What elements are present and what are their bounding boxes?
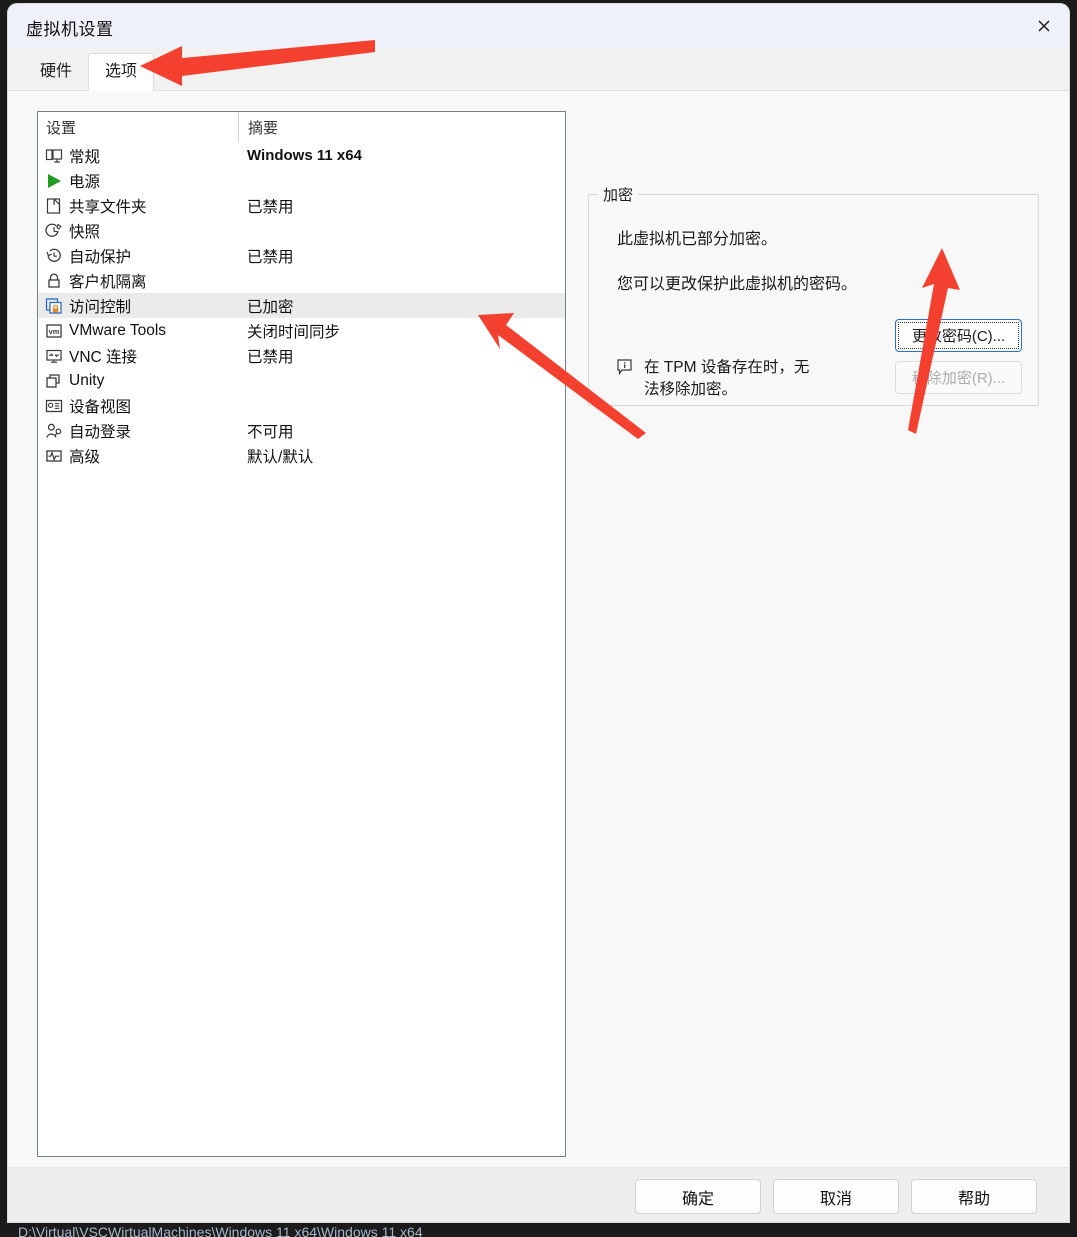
change-password-button[interactable]: 更改密码(C)...: [895, 319, 1022, 352]
dialog-body: 设置 摘要 常规 Windows 11 x64 电源 共享文件夹 已禁用 快照 自动: [8, 91, 1069, 1168]
encryption-hint-text: 您可以更改保护此虚拟机的密码。: [617, 276, 858, 293]
settings-row-label-cell: 自动登录: [38, 420, 238, 442]
encryption-status-text: 此虚拟机已部分加密。: [617, 231, 778, 248]
settings-row-label: 访问控制: [69, 298, 132, 316]
settings-row-summary: 已禁用: [247, 348, 294, 366]
settings-row-6[interactable]: 客户机隔离: [38, 268, 565, 293]
encryption-group: 加密 此虚拟机已部分加密。 您可以更改保护此虚拟机的密码。 在 TPM 设备存在…: [588, 184, 1039, 406]
tpm-note-line1: 在 TPM 设备存在时，无: [644, 359, 810, 376]
vm-settings-dialog: 虚拟机设置 硬件 选项 设置 摘要 常规 Windows 11 x64 电源 共…: [8, 4, 1069, 1222]
list-rows: 常规 Windows 11 x64 电源 共享文件夹 已禁用 快照 自动保护 已禁用 …: [38, 143, 565, 468]
settings-row-label-cell: 设备视图: [38, 395, 238, 417]
desktop-path-text: D:\Virtual\VSCWirtualMachines\Windows 11…: [18, 1224, 423, 1237]
title-bar: 虚拟机设置: [8, 4, 1069, 48]
settings-row-label-cell: vm VMware Tools: [38, 322, 238, 340]
help-button[interactable]: 帮助: [911, 1179, 1037, 1214]
dialog-title: 虚拟机设置: [26, 20, 114, 39]
settings-row-summary: 已加密: [247, 298, 294, 316]
tab-options[interactable]: 选项: [88, 52, 155, 91]
settings-row-label: Unity: [69, 371, 105, 389]
info-icon: [615, 357, 633, 375]
tpm-note-text: 在 TPM 设备存在时，无 法移除加密。: [644, 357, 809, 401]
settings-row-10[interactable]: Unity: [38, 368, 565, 393]
settings-row-label-cell: VNC 连接: [38, 345, 238, 367]
settings-row-label: 自动登录: [69, 423, 132, 441]
settings-row-summary: 关闭时间同步: [247, 323, 341, 341]
settings-list[interactable]: 设置 摘要 常规 Windows 11 x64 电源 共享文件夹 已禁用 快照 自动: [37, 111, 566, 1157]
settings-row-5[interactable]: 自动保护 已禁用: [38, 243, 565, 268]
encryption-group-title: 加密: [598, 184, 639, 205]
vmware-tools-icon: vm: [45, 322, 63, 340]
settings-row-7[interactable]: 访问控制 已加密: [38, 293, 565, 318]
play-icon: [45, 172, 63, 190]
tpm-note: 在 TPM 设备存在时，无 法移除加密。: [615, 357, 865, 401]
settings-row-2[interactable]: 电源: [38, 168, 565, 193]
ok-button[interactable]: 确定: [635, 1179, 761, 1214]
settings-row-11[interactable]: 设备视图: [38, 393, 565, 418]
settings-row-3[interactable]: 共享文件夹 已禁用: [38, 193, 565, 218]
settings-row-label: VMware Tools: [69, 321, 167, 339]
settings-row-label-cell: 常规: [38, 145, 238, 167]
change-password-label: 更改密码(C)...: [911, 328, 1006, 345]
tab-hardware[interactable]: 硬件: [24, 54, 88, 90]
settings-row-8[interactable]: vm VMware Tools 关闭时间同步: [38, 318, 565, 343]
settings-row-label: 客户机隔离: [69, 273, 147, 291]
settings-row-label-cell: 电源: [38, 170, 238, 192]
advanced-icon: [45, 447, 63, 465]
settings-row-label: 常规: [69, 148, 101, 166]
cancel-button[interactable]: 取消: [773, 1179, 899, 1214]
settings-row-summary: 默认/默认: [247, 448, 314, 466]
settings-row-summary: 已禁用: [247, 248, 294, 266]
settings-row-label: 快照: [69, 223, 101, 241]
settings-row-12[interactable]: 自动登录 不可用: [38, 418, 565, 443]
settings-row-label-cell: 高级: [38, 445, 238, 467]
settings-row-9[interactable]: VNC 连接 已禁用: [38, 343, 565, 368]
screen-root: D:\Virtual\VSCWirtualMachines\Windows 11…: [0, 0, 1077, 1237]
settings-row-label-cell: 访问控制: [38, 295, 238, 317]
settings-row-label: 共享文件夹: [69, 198, 147, 216]
monitor-icon: [45, 147, 63, 165]
settings-row-label: 设备视图: [69, 398, 132, 416]
settings-row-label: 高级: [69, 448, 101, 466]
settings-row-label-cell: 快照: [38, 220, 238, 242]
settings-row-summary: 不可用: [247, 423, 294, 441]
tpm-note-line2: 法移除加密。: [644, 381, 738, 398]
settings-row-1[interactable]: 常规 Windows 11 x64: [38, 143, 565, 168]
settings-row-label: 电源: [69, 173, 101, 191]
settings-row-label-cell: 客户机隔离: [38, 270, 238, 292]
unity-icon: [45, 372, 63, 390]
settings-row-label-cell: 自动保护: [38, 245, 238, 267]
settings-row-label-cell: 共享文件夹: [38, 195, 238, 217]
column-header-settings: 设置: [46, 119, 77, 137]
tab-strip: 硬件 选项: [8, 48, 1069, 91]
column-header-summary: 摘要: [238, 112, 565, 142]
settings-row-4[interactable]: 快照: [38, 218, 565, 243]
remove-encryption-label: 移除加密(R)...: [911, 370, 1006, 387]
settings-row-label: 自动保护: [69, 248, 132, 266]
remove-encryption-button: 移除加密(R)...: [895, 361, 1022, 394]
device-view-icon: [45, 397, 63, 415]
settings-row-summary: Windows 11 x64: [247, 147, 362, 164]
shared-folder-icon: [45, 197, 63, 215]
vnc-icon: [45, 347, 63, 365]
access-control-icon: [45, 297, 63, 315]
autoprotect-icon: [45, 247, 63, 265]
snapshot-icon: [45, 222, 63, 240]
close-icon[interactable]: [1019, 4, 1069, 48]
svg-text:vm: vm: [49, 327, 60, 336]
autologin-icon: [45, 422, 63, 440]
settings-row-13[interactable]: 高级 默认/默认: [38, 443, 565, 468]
lock-icon: [45, 272, 63, 290]
settings-row-label: VNC 连接: [69, 348, 138, 366]
settings-row-summary: 已禁用: [247, 198, 294, 216]
list-header-row: 设置 摘要: [38, 112, 565, 143]
settings-row-label-cell: Unity: [38, 372, 238, 390]
dialog-footer: 确定 取消 帮助: [8, 1168, 1069, 1222]
